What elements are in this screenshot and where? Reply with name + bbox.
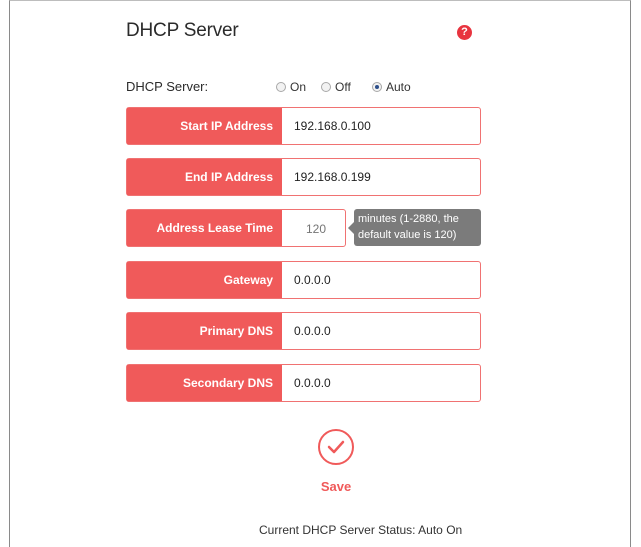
primary-dns-row: Primary DNS [126, 312, 481, 350]
radio-auto[interactable]: Auto [372, 80, 411, 94]
dhcp-mode-label: DHCP Server: [126, 79, 209, 94]
start-ip-input[interactable] [294, 108, 474, 144]
lease-time-label: Address Lease Time [127, 210, 282, 246]
end-ip-row: End IP Address [126, 158, 481, 196]
question-icon[interactable]: ? [457, 25, 472, 40]
secondary-dns-row: Secondary DNS [126, 364, 481, 402]
secondary-dns-input[interactable] [294, 365, 474, 401]
lease-time-row: Address Lease Time [126, 209, 347, 248]
save-label[interactable]: Save [314, 479, 358, 494]
dhcp-status-text: Current DHCP Server Status: Auto On [259, 523, 463, 537]
start-ip-label: Start IP Address [127, 108, 282, 144]
end-ip-input[interactable] [294, 159, 474, 195]
checkmark-icon[interactable] [318, 429, 354, 465]
radio-on-dot[interactable] [276, 82, 286, 92]
primary-dns-label: Primary DNS [127, 313, 282, 349]
page-title: DHCP Server [126, 20, 239, 41]
radio-off-dot[interactable] [321, 82, 331, 92]
dhcp-mode-row: DHCP Server: On Off Auto [126, 79, 486, 97]
gateway-row: Gateway [126, 261, 481, 299]
radio-auto-dot[interactable] [372, 82, 382, 92]
radio-on-label: On [290, 80, 307, 94]
lease-time-hint: minutes (1-2880, the default value is 12… [348, 209, 481, 246]
save-button[interactable]: Save [314, 429, 364, 497]
secondary-dns-label: Secondary DNS [127, 365, 282, 401]
lease-time-input[interactable] [285, 210, 347, 248]
radio-on[interactable]: On [276, 80, 306, 94]
radio-auto-label: Auto [386, 80, 411, 94]
radio-off-label: Off [335, 80, 351, 94]
primary-dns-input[interactable] [294, 313, 474, 349]
radio-off[interactable]: Off [321, 80, 351, 94]
start-ip-row: Start IP Address [126, 107, 481, 145]
gateway-label: Gateway [127, 262, 282, 298]
end-ip-label: End IP Address [127, 159, 282, 195]
gateway-input[interactable] [294, 262, 474, 298]
